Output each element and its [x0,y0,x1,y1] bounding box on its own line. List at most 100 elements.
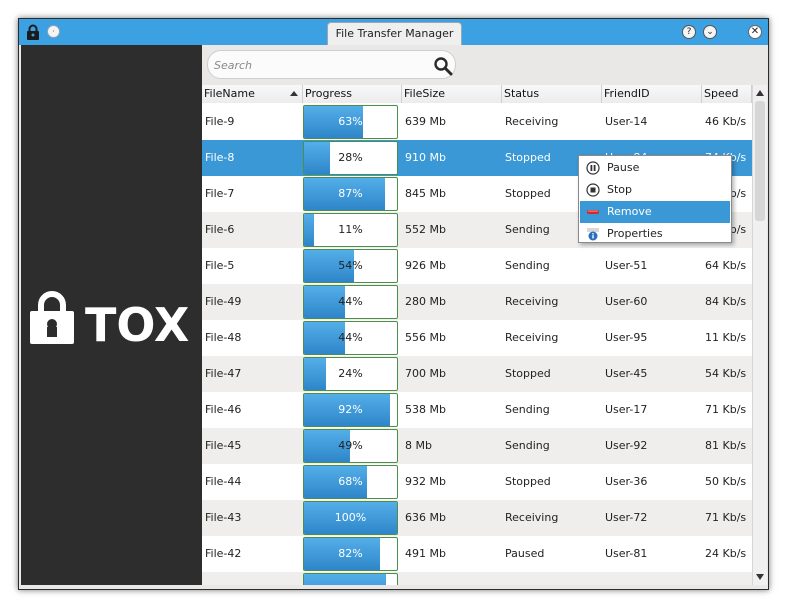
column-header-filesize[interactable]: FileSize [402,85,502,103]
window-menu-button[interactable]: · [47,25,60,38]
progress-bar: 87% [303,177,398,211]
close-button[interactable]: ✕ [748,25,762,39]
cell-friendid: User-95 [605,331,648,344]
scroll-down-arrow-icon[interactable] [756,574,764,580]
cell-filesize: 538 Mb [405,403,446,416]
pause-icon [586,161,600,175]
progress-label: 11% [338,223,363,236]
cell-status: Paused [505,547,545,560]
remove-icon [587,210,599,214]
cell-friendid: User-36 [605,475,648,488]
progress-label: 68% [338,475,363,488]
table-row[interactable] [202,572,752,585]
progress-bar: 92% [303,393,398,427]
window-title: File Transfer Manager [327,22,462,45]
cell-filename: File-6 [205,223,235,236]
cell-filename: File-47 [205,367,242,380]
context-menu-item-stop[interactable]: Stop [580,179,730,201]
cell-status: Receiving [505,511,559,524]
progress-label: 100% [334,511,367,524]
column-header-filename[interactable]: FileName [202,85,303,103]
cell-filename: File-44 [205,475,242,488]
progress-label: 49% [338,439,363,452]
progress-bar: 63% [303,105,398,139]
cell-speed: 71 Kb/s [705,403,747,416]
progress-bar: 44% [303,285,398,319]
column-header-progress[interactable]: Progress [303,85,402,103]
table-row[interactable]: File-9 63% 639 Mb Receiving User-14 46 Kb/s [202,104,752,140]
cell-status: Stopped [505,475,551,488]
cell-filename: File-9 [205,115,235,128]
cell-friendid: User-45 [605,367,648,380]
scrollbar-thumb[interactable] [755,101,765,221]
scroll-up-arrow-icon[interactable] [756,90,764,96]
context-menu: Pause Stop Remove Properties [578,155,732,243]
cell-speed: 71 Kb/s [705,511,747,524]
progress-label: 63% [338,115,363,128]
progress-label: 54% [338,259,363,272]
table-row[interactable]: File-43 100% 636 Mb Receiving User-72 71 Kb/s [202,500,752,536]
cell-status: Receiving [505,295,559,308]
cell-filename: File-42 [205,547,242,560]
search-box [207,50,456,79]
cell-filename: File-8 [205,151,235,164]
table-row[interactable]: File-44 68% 932 Mb Stopped User-36 50 Kb/s [202,464,752,500]
cell-status: Sending [505,259,550,272]
context-menu-item-remove[interactable]: Remove [580,201,730,223]
cell-status: Sending [505,403,550,416]
column-header-label: FriendID [604,87,650,100]
minimize-button[interactable]: ⌄ [703,25,717,39]
context-menu-item-properties[interactable]: Properties [580,223,730,245]
cell-filesize: 556 Mb [405,331,446,344]
cell-filename: File-45 [205,439,242,452]
info-icon [587,228,599,241]
cell-status: Receiving [505,115,559,128]
cell-filesize: 639 Mb [405,115,446,128]
cell-status [502,572,505,585]
progress-bar: 100% [303,501,398,535]
context-menu-item-pause[interactable]: Pause [580,157,730,179]
cell-filesize [402,572,405,585]
cell-speed: 11 Kb/s [705,331,747,344]
lock-icon[interactable] [26,24,40,40]
progress-bar: 28% [303,141,398,175]
column-header-label: FileName [204,87,255,100]
cell-speed [702,572,705,585]
cell-friendid: User-81 [605,547,648,560]
vertical-scrollbar[interactable] [752,85,767,585]
table-row[interactable]: File-48 44% 556 Mb Receiving User-95 11 Kb/s [202,320,752,356]
progress-bar: 11% [303,213,398,247]
cell-friendid: User-51 [605,259,648,272]
sort-ascending-icon [290,91,298,96]
table-row[interactable]: File-45 49% 8 Mb Sending User-92 81 Kb/s [202,428,752,464]
cell-filename: File-48 [205,331,242,344]
table-row[interactable]: File-47 24% 700 Mb Stopped User-45 54 Kb/s [202,356,752,392]
cell-filename [202,572,205,585]
cell-filesize: 932 Mb [405,475,446,488]
table-header: FileName Progress FileSize Status Friend… [202,85,752,103]
table-row[interactable]: File-42 82% 491 Mb Paused User-81 24 Kb/s [202,536,752,572]
table-row[interactable]: File-49 44% 280 Mb Receiving User-60 84 Kb/s [202,284,752,320]
help-button[interactable]: ? [682,25,696,39]
search-icon[interactable] [433,56,453,76]
table-row[interactable]: File-46 92% 538 Mb Sending User-17 71 Kb/s [202,392,752,428]
cell-filesize: 8 Mb [405,439,432,452]
context-menu-item-label: Properties [607,227,663,240]
cell-filesize: 636 Mb [405,511,446,524]
title-bar[interactable]: · File Transfer Manager ? ⌄ ✕ [19,19,768,45]
cell-filesize: 845 Mb [405,187,446,200]
sidebar: TOX [21,45,202,585]
search-input[interactable] [214,56,424,74]
cell-filename: File-49 [205,295,242,308]
column-header-friendid[interactable]: FriendID [602,85,702,103]
cell-filesize: 910 Mb [405,151,446,164]
cell-filesize: 926 Mb [405,259,446,272]
cell-speed: 84 Kb/s [705,295,747,308]
column-header-status[interactable]: Status [502,85,602,103]
progress-label [304,574,397,585]
progress-bar: 54% [303,249,398,283]
column-header-speed[interactable]: Speed [702,85,752,103]
table-row[interactable]: File-5 54% 926 Mb Sending User-51 64 Kb/s [202,248,752,284]
column-header-label: FileSize [404,87,445,100]
stop-icon [586,183,600,197]
